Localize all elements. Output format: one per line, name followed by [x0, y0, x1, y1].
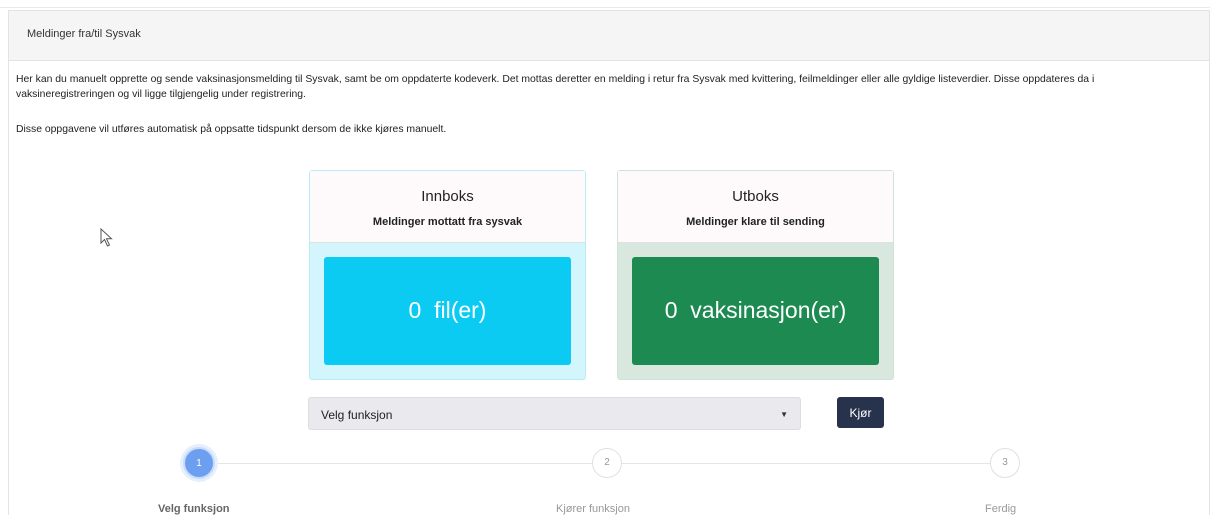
step-3-label: Ferdig [985, 503, 1017, 515]
inbox-count-box[interactable]: 0 fil(er) [324, 257, 571, 365]
inbox-count: 0 fil(er) [408, 297, 487, 323]
inbox-card: Innboks Meldinger mottatt fra sysvak 0 f… [309, 170, 586, 380]
outbox-count-box[interactable]: 0 vaksinasjon(er) [632, 257, 879, 365]
description-paragraph-2: Disse oppgavene vil utføres automatisk p… [16, 124, 447, 135]
caret-down-icon: ▼ [780, 410, 788, 419]
panel-header: Meldinger fra/til Sysvak [9, 11, 1209, 61]
function-select[interactable]: Velg funksjon ▼ [308, 397, 801, 430]
outbox-title: Utboks [732, 188, 779, 205]
inbox-title: Innboks [421, 188, 474, 205]
function-select-value: Velg funksjon [321, 408, 393, 422]
inbox-subtitle: Meldinger mottatt fra sysvak [372, 216, 523, 228]
description-paragraph-1: Her kan du manuelt opprette og sende vak… [16, 74, 1095, 100]
step-1-label: Velg funksjon [158, 503, 230, 515]
outbox-card: Utboks Meldinger klare til sending 0 vak… [617, 170, 894, 380]
outbox-card-header: Utboks Meldinger klare til sending [618, 171, 893, 243]
stepper-connector [218, 463, 596, 464]
step-1-circle: 1 [183, 447, 215, 479]
step-2-label: Kjører funksjon [556, 503, 630, 515]
outbox-count: 0 vaksinasjon(er) [664, 297, 847, 323]
panel-title: Meldinger fra/til Sysvak [27, 28, 141, 40]
step-3-circle: 3 [990, 448, 1020, 478]
run-button[interactable]: Kjør [837, 397, 884, 428]
top-strip [0, 0, 1210, 8]
step-2-circle: 2 [592, 448, 622, 478]
mouse-cursor-icon [100, 228, 113, 247]
outbox-subtitle: Meldinger klare til sending [686, 216, 825, 228]
stepper-connector [618, 463, 996, 464]
inbox-card-header: Innboks Meldinger mottatt fra sysvak [310, 171, 585, 243]
